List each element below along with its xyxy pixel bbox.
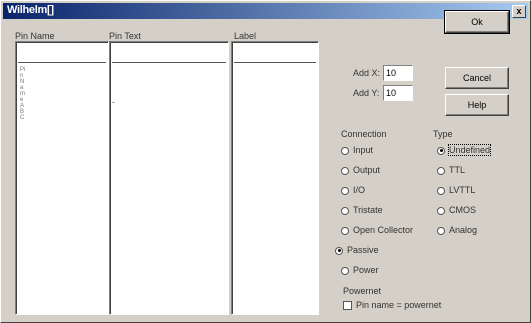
pin-name-list-items: Pin Name A B C <box>20 67 26 121</box>
radio-label: TTL <box>449 165 466 175</box>
add-y-input[interactable]: 10 <box>383 85 413 101</box>
radio-label: CMOS <box>449 205 476 215</box>
column-header-pin-name: Pin Name <box>15 31 55 41</box>
radio-dot <box>341 186 349 195</box>
radio-label: LVTTL <box>449 185 476 195</box>
radio-type-analog[interactable]: Analog <box>437 225 477 235</box>
help-button[interactable]: Help <box>445 94 509 116</box>
pin-text-header-line <box>112 62 226 63</box>
radio-dot <box>341 226 349 235</box>
radio-dot <box>437 206 445 215</box>
radio-connection-power[interactable]: Power <box>341 265 379 275</box>
pin-dialog: Wilhelm[] x Pin Name Pin Text Label Pin … <box>0 0 531 323</box>
radio-dot <box>341 146 349 155</box>
radio-label: Output <box>353 165 381 175</box>
column-header-pin-text: Pin Text <box>109 31 141 41</box>
connection-group-label: Connection <box>341 129 387 139</box>
powernet-group-label: Powernet <box>343 286 382 296</box>
radio-label: Input <box>353 145 374 155</box>
radio-connection-tristate[interactable]: Tristate <box>341 205 383 215</box>
window-title: Wilhelm[] <box>7 4 54 16</box>
cancel-button[interactable]: Cancel <box>445 67 509 89</box>
checkbox-box <box>343 301 352 311</box>
radio-label: Power <box>353 265 379 275</box>
pin-name-header-line <box>18 62 106 63</box>
radio-type-cmos[interactable]: CMOS <box>437 205 476 215</box>
pin-text-list[interactable]: - <box>109 41 229 315</box>
label-header-line <box>234 62 316 63</box>
radio-dot <box>341 206 349 215</box>
radio-dot-selected <box>335 246 343 255</box>
close-button[interactable]: x <box>512 5 526 18</box>
radio-type-undefined[interactable]: Undefined <box>437 144 492 156</box>
radio-dot <box>437 166 445 175</box>
radio-connection-io[interactable]: I/O <box>341 185 365 195</box>
radio-dot <box>437 226 445 235</box>
radio-dot <box>341 166 349 175</box>
type-group-label: Type <box>433 129 453 139</box>
radio-label: Tristate <box>353 205 383 215</box>
radio-label: Open Collector <box>353 225 414 235</box>
radio-label: I/O <box>353 185 366 195</box>
add-x-input[interactable]: 10 <box>383 65 413 81</box>
radio-connection-open-collector[interactable]: Open Collector <box>341 225 413 235</box>
add-y-label: Add Y: <box>353 88 380 98</box>
radio-connection-input[interactable]: Input <box>341 145 373 155</box>
radio-connection-output[interactable]: Output <box>341 165 380 175</box>
powernet-checkbox[interactable]: Pin name = powernet <box>343 300 442 311</box>
add-x-label: Add X: <box>353 68 381 78</box>
pin-name-list[interactable]: Pin Name A B C <box>15 41 109 315</box>
checkbox-label: Pin name = powernet <box>356 300 442 310</box>
ok-button[interactable]: Ok <box>444 10 510 34</box>
radio-type-ttl[interactable]: TTL <box>437 165 465 175</box>
radio-dot-selected <box>437 146 445 155</box>
radio-type-lvttl[interactable]: LVTTL <box>437 185 475 195</box>
label-list[interactable] <box>231 41 319 315</box>
radio-label: Analog <box>449 225 478 235</box>
radio-label: Undefined <box>447 144 492 156</box>
radio-connection-passive[interactable]: Passive <box>335 245 379 255</box>
column-header-label: Label <box>234 31 257 41</box>
pin-text-marker: - <box>112 97 115 107</box>
radio-label: Passive <box>347 245 379 255</box>
radio-dot <box>437 186 445 195</box>
radio-dot <box>341 266 349 275</box>
